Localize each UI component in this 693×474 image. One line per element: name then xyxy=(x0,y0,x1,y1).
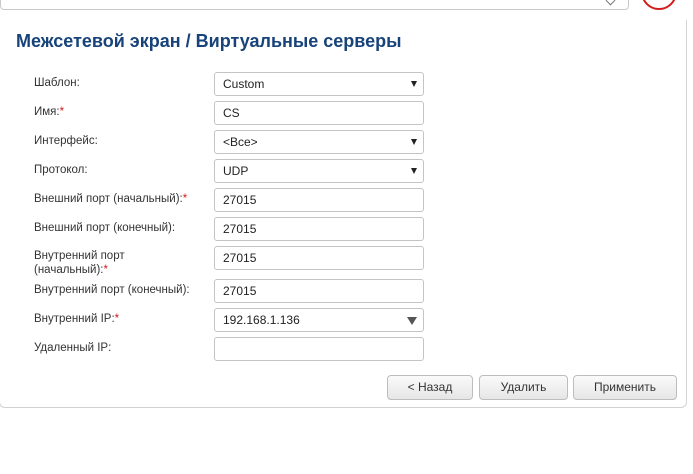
int-port-end-input[interactable] xyxy=(214,279,424,303)
breadcrumb-page: Виртуальные серверы xyxy=(195,31,402,51)
ext-port-end-input[interactable] xyxy=(214,217,424,241)
help-circle-icon[interactable] xyxy=(641,0,677,10)
back-button[interactable]: < Назад xyxy=(387,375,473,400)
apply-button[interactable]: Применить xyxy=(573,375,677,400)
page-title: Межсетевой экран / Виртуальные серверы xyxy=(16,31,402,52)
dropdown-arrow-icon[interactable] xyxy=(407,317,417,325)
protocol-label: Протокол: xyxy=(34,164,88,176)
int-port-start-input[interactable] xyxy=(214,246,424,270)
int-port-end-label: Внутренний порт (конечный): xyxy=(34,284,190,296)
dropdown-arrow-icon xyxy=(411,139,417,145)
ext-port-end-label: Внешний порт (конечный): xyxy=(34,222,176,234)
template-value: Custom xyxy=(223,77,265,91)
ext-port-start-input[interactable] xyxy=(214,188,424,212)
required-mark: * xyxy=(182,193,188,205)
template-select[interactable]: Custom xyxy=(214,72,424,96)
remote-ip-label: Удаленный IP: xyxy=(34,342,112,354)
interface-label: Интерфейс: xyxy=(34,135,98,147)
internal-ip-value: 192.168.1.136 xyxy=(223,313,300,327)
breadcrumb-section: Межсетевой экран / xyxy=(16,31,191,51)
ext-port-start-label: Внешний порт (начальный):* xyxy=(34,193,188,205)
name-label: Имя:* xyxy=(34,106,65,118)
internal-ip-combobox[interactable]: 192.168.1.136 xyxy=(214,308,424,332)
protocol-select[interactable]: UDP xyxy=(214,159,424,183)
required-mark: * xyxy=(114,313,120,325)
remote-ip-input[interactable] xyxy=(214,337,424,361)
interface-select[interactable]: <Все> xyxy=(214,130,424,154)
template-label: Шаблон: xyxy=(34,77,80,89)
name-input[interactable] xyxy=(214,101,424,125)
internal-ip-label: Внутренний IP:* xyxy=(34,313,120,325)
dropdown-arrow-icon xyxy=(411,81,417,87)
dropdown-arrow-icon xyxy=(411,168,417,174)
required-mark: * xyxy=(103,264,108,276)
protocol-value: UDP xyxy=(223,164,249,178)
top-search-bar[interactable] xyxy=(0,0,629,10)
required-mark: * xyxy=(59,106,65,118)
int-port-start-label: Внутренний порт (начальный):* xyxy=(34,250,125,276)
chevron-down-icon[interactable] xyxy=(605,0,616,6)
delete-button[interactable]: Удалить xyxy=(479,375,568,400)
interface-value: <Все> xyxy=(223,135,258,149)
